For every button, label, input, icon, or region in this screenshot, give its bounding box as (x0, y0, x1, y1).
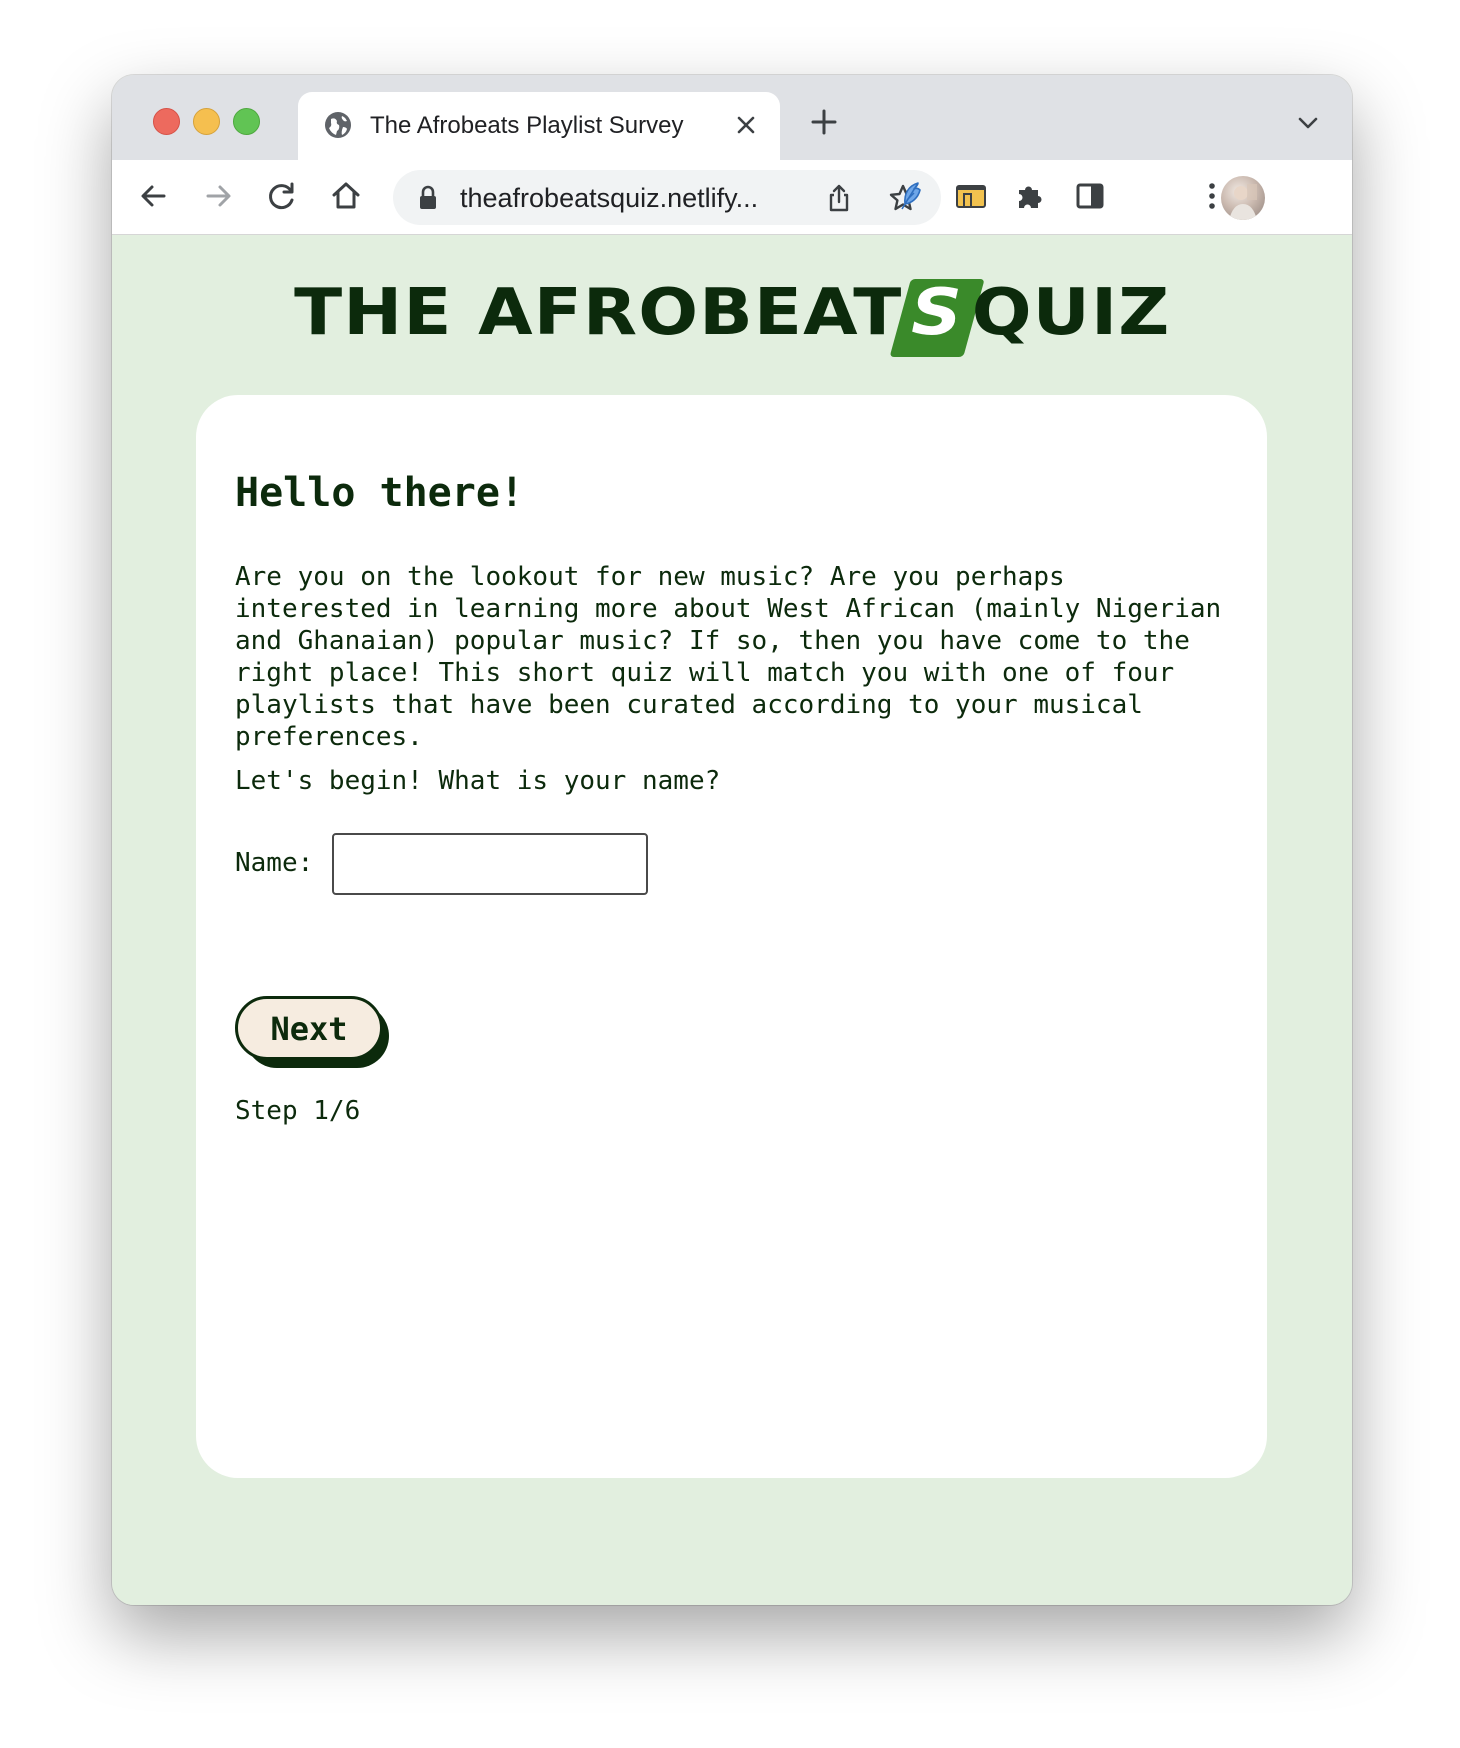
intro-paragraph: Are you on the lookout for new music? Ar… (235, 562, 1222, 752)
browser-toolbar: theafrobeatsquiz.netlify... (112, 160, 1352, 235)
name-input[interactable] (332, 833, 648, 895)
site-logo[interactable]: THE AFROBEAT S QUIZ (112, 275, 1352, 351)
close-window-button[interactable] (153, 108, 180, 135)
logo-highlight-s: S (904, 275, 969, 351)
quiz-card: Hello there! Are you on the lookout for … (196, 395, 1267, 1478)
url-text[interactable]: theafrobeatsquiz.netlify... (460, 181, 758, 215)
lock-icon[interactable] (417, 185, 439, 211)
tab-strip: The Afrobeats Playlist Survey (112, 75, 1352, 160)
logo-text-start: THE AFROBEAT (293, 276, 903, 350)
name-label: Name: (235, 848, 314, 878)
reload-icon[interactable] (264, 178, 300, 214)
globe-icon (325, 112, 351, 138)
zoom-window-button[interactable] (233, 108, 260, 135)
close-icon[interactable] (732, 111, 760, 139)
tab-title: The Afrobeats Playlist Survey (370, 112, 684, 139)
feather-extension-icon[interactable] (894, 178, 930, 214)
home-icon[interactable] (328, 178, 364, 214)
next-button-wrap: Next (235, 996, 391, 1068)
next-button[interactable]: Next (235, 996, 383, 1060)
avatar-image (1229, 184, 1257, 220)
step-indicator: Step 1/6 (235, 1096, 361, 1126)
puzzle-icon[interactable] (1012, 178, 1048, 214)
plus-icon[interactable] (807, 105, 841, 139)
card-heading: Hello there! (235, 470, 524, 516)
minimize-window-button[interactable] (193, 108, 220, 135)
address-bar[interactable]: theafrobeatsquiz.netlify... (393, 170, 941, 225)
tab-active[interactable]: The Afrobeats Playlist Survey (298, 92, 780, 160)
chevron-down-icon[interactable] (1296, 113, 1320, 133)
share-icon[interactable] (823, 182, 855, 214)
side-panel-icon[interactable] (1072, 178, 1108, 214)
arrow-right-icon[interactable] (200, 178, 236, 214)
name-prompt: Let's begin! What is your name? (235, 766, 721, 796)
folder-extension-icon[interactable] (953, 178, 989, 214)
logo-text-end: QUIZ (971, 276, 1171, 350)
arrow-left-icon[interactable] (136, 178, 172, 214)
browser-window: The Afrobeats Playlist Survey theafrobea… (112, 75, 1352, 1605)
profile-avatar[interactable] (1221, 176, 1265, 220)
page-content: THE AFROBEAT S QUIZ Hello there! Are you o… (112, 235, 1352, 1605)
logo-highlight-letter: S (910, 276, 963, 350)
